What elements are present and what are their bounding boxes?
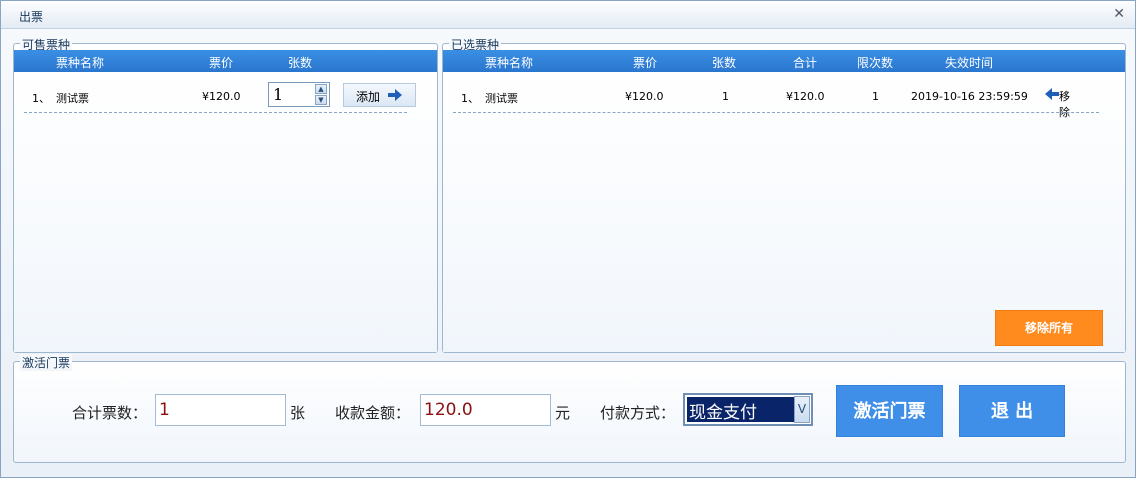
- title-bar: 出票 ✕: [1, 1, 1135, 29]
- total-tickets-field[interactable]: 1: [155, 394, 286, 426]
- payment-label: 付款方式：: [600, 404, 676, 422]
- row-expire: 2019-10-16 23:59:59: [911, 90, 1028, 103]
- exit-button[interactable]: 退 出: [959, 385, 1065, 437]
- col-qty: 张数: [712, 56, 737, 70]
- quantity-value: 1: [273, 85, 284, 104]
- close-icon[interactable]: ✕: [1113, 6, 1125, 22]
- row-name: 测试票: [56, 92, 89, 105]
- row-limit: 1: [872, 90, 879, 103]
- table-row[interactable]: 1、 测试票 ¥120.0 1 ¥120.0 1 2019-10-16 23:5…: [443, 82, 1125, 119]
- add-label: 添加: [356, 90, 381, 104]
- remove-button[interactable]: 移除: [1045, 88, 1070, 119]
- total-tickets-label: 合计票数：: [72, 404, 148, 422]
- activate-legend: 激活门票: [20, 354, 73, 371]
- remove-label: 移除: [1059, 90, 1070, 119]
- ticket-window: 出票 ✕ 可售票种 票种名称 票价 张数 1、 测试票 ¥120.0 1 ▲ ▼…: [0, 0, 1136, 478]
- col-name: 票种名称: [56, 56, 105, 70]
- row-qty: 1: [722, 90, 729, 103]
- row-divider: [453, 112, 1099, 113]
- remove-all-button[interactable]: 移除所有: [995, 310, 1103, 346]
- decrement-icon[interactable]: ▼: [315, 95, 327, 105]
- row-index: 1、: [32, 92, 50, 105]
- selected-tickets-panel: 已选票种 票种名称 票价 张数 合计 限次数 失效时间 1、 测试票 ¥120.…: [442, 36, 1126, 353]
- available-tickets-panel: 可售票种 票种名称 票价 张数 1、 测试票 ¥120.0 1 ▲ ▼ 添加: [13, 36, 438, 353]
- table-row[interactable]: 1、 测试票 ¥120.0 1 ▲ ▼ 添加: [14, 82, 437, 112]
- col-expire: 失效时间: [945, 56, 994, 70]
- col-name: 票种名称: [485, 56, 534, 70]
- row-price: ¥120.0: [625, 90, 664, 103]
- increment-icon[interactable]: ▲: [315, 84, 327, 94]
- row-name: 测试票: [485, 92, 518, 105]
- amount-label: 收款金额：: [335, 404, 411, 422]
- amount-unit: 元: [555, 404, 571, 422]
- col-qty: 张数: [288, 56, 313, 70]
- selected-table-header: 票种名称 票价 张数 合计 限次数 失效时间: [443, 50, 1125, 72]
- col-limit: 限次数: [857, 56, 894, 70]
- arrow-right-icon: [388, 89, 402, 101]
- add-button[interactable]: 添加: [343, 83, 416, 107]
- col-total: 合计: [793, 56, 818, 70]
- row-price: ¥120.0: [202, 90, 241, 103]
- arrow-left-icon: [1045, 88, 1059, 100]
- amount-field[interactable]: 120.0: [420, 394, 551, 426]
- payment-selected-value: 现金支付: [687, 397, 795, 423]
- row-index: 1、: [461, 92, 479, 105]
- activate-panel: 激活门票 合计票数： 1 张 收款金额： 120.0 元 付款方式： 现金支付 …: [13, 354, 1126, 463]
- available-table-header: 票种名称 票价 张数: [14, 50, 437, 72]
- total-tickets-unit: 张: [290, 404, 306, 422]
- row-total: ¥120.0: [786, 90, 825, 103]
- col-price: 票价: [209, 56, 234, 70]
- row-divider: [24, 112, 407, 113]
- col-price: 票价: [633, 56, 658, 70]
- quantity-stepper[interactable]: 1 ▲ ▼: [268, 82, 330, 107]
- activate-ticket-button[interactable]: 激活门票: [836, 385, 943, 437]
- chevron-down-icon[interactable]: V: [794, 396, 810, 423]
- window-title: 出票: [19, 10, 44, 24]
- payment-method-select[interactable]: 现金支付 V: [683, 393, 813, 426]
